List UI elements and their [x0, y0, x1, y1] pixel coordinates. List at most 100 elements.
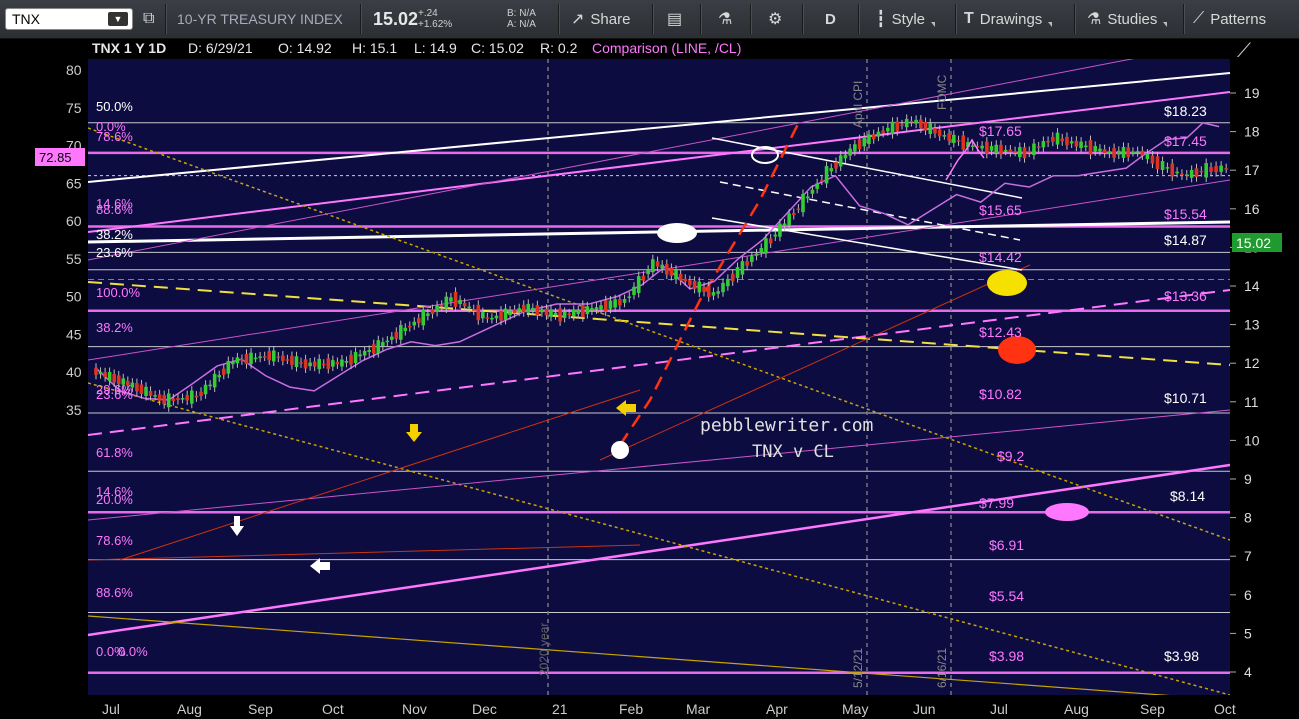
candle — [937, 129, 942, 137]
candle — [599, 305, 603, 310]
link-icon[interactable]: ⧉ — [143, 0, 160, 38]
info-open: O: 14.92 — [278, 40, 332, 56]
fib-label-left: 61.8% — [96, 445, 133, 460]
symbol-text: TNX — [12, 11, 40, 27]
toolbar: TNX ▼ ⧉ 10-YR TREASURY INDEX 15.02 +.24 +… — [0, 0, 1299, 39]
fib-label-right: $17.65 — [979, 123, 1022, 139]
left-axis-tick-label: 50 — [66, 289, 82, 305]
price-chart[interactable]: TNX 1 Y 1D D: 6/29/21 O: 14.92 H: 15.1 L… — [0, 39, 1299, 719]
right-axis-tick-label: 19 — [1244, 85, 1260, 101]
style-button[interactable]: ┇ Style — [876, 0, 935, 38]
x-axis-tick-label: Apr — [766, 701, 788, 717]
candle — [815, 183, 819, 189]
news-button[interactable]: ▤ — [667, 0, 688, 38]
left-price-badge: 72.85 — [35, 148, 85, 166]
candle — [711, 292, 716, 296]
patterns-button[interactable]: ⟋ Patterns — [1193, 0, 1266, 38]
left-axis-tick-label: 75 — [66, 100, 82, 116]
candle — [394, 331, 399, 339]
candle — [603, 300, 608, 312]
fib-label-right: $12.43 — [979, 324, 1022, 340]
candle — [499, 310, 503, 321]
candle — [664, 264, 669, 275]
candle — [1022, 147, 1027, 159]
candle — [494, 315, 499, 319]
studies-button[interactable]: ⚗ Studies — [1087, 0, 1168, 38]
candle — [735, 267, 740, 279]
fib-label-right: $10.71 — [1164, 390, 1207, 406]
candle — [820, 180, 824, 182]
fib-label-left: 23.6% — [96, 245, 133, 260]
candle — [890, 121, 895, 135]
candle — [321, 363, 326, 366]
highlight-ellipse — [611, 441, 629, 459]
symbol-input[interactable]: TNX ▼ — [5, 8, 133, 30]
candle — [590, 308, 594, 311]
settings-button[interactable]: ⚙ — [768, 0, 788, 38]
candle — [759, 247, 764, 253]
candle — [1003, 149, 1008, 152]
candle — [1204, 163, 1208, 178]
fib-label-right: $8.14 — [1170, 488, 1205, 504]
candle — [1013, 151, 1017, 153]
candle — [517, 308, 521, 312]
candle — [485, 317, 490, 319]
candle — [867, 134, 871, 144]
candle — [335, 362, 340, 365]
right-axis-tick-label: 10 — [1244, 432, 1260, 448]
candle — [1180, 173, 1184, 176]
candle — [904, 118, 909, 128]
change-abs: +.24 — [418, 8, 438, 19]
share-button[interactable]: ↗ Share — [571, 0, 630, 38]
candle — [660, 264, 664, 269]
candle — [805, 196, 810, 199]
candle — [1084, 145, 1088, 148]
drawings-button[interactable]: T Drawings — [964, 0, 1053, 38]
right-axis-tick-label: 12 — [1244, 355, 1260, 371]
comparison-label: Comparison (LINE, /CL) — [592, 40, 741, 56]
candle — [340, 359, 344, 367]
candle — [824, 166, 829, 184]
candle — [1209, 167, 1213, 172]
candle — [135, 383, 139, 392]
candle — [829, 168, 834, 172]
fib-label-left: 88.6% — [96, 202, 133, 217]
change-block: +.24 +1.62% — [418, 0, 452, 38]
chevron-down-icon[interactable]: ▼ — [108, 12, 128, 26]
candle — [94, 367, 98, 375]
candle — [697, 281, 702, 293]
candle — [453, 291, 458, 307]
candle — [290, 356, 294, 365]
candle — [235, 357, 240, 364]
candle — [1069, 141, 1074, 144]
marker-year: 2020 year — [537, 623, 551, 676]
candle — [412, 321, 417, 326]
candle — [471, 309, 476, 311]
ask-value: A: N/A — [507, 19, 536, 30]
candle — [641, 275, 646, 281]
candle — [166, 393, 171, 408]
left-axis-tick-label: 40 — [66, 364, 82, 380]
flask-button[interactable]: ⚗ — [718, 0, 738, 38]
patterns-icon: ⟋ — [1193, 10, 1205, 27]
candle — [294, 356, 299, 367]
chart-tools-icon[interactable]: ⟋ — [1237, 40, 1251, 62]
candle — [1046, 140, 1050, 143]
index-name: 10-YR TREASURY INDEX — [177, 11, 343, 27]
x-axis-tick-label: Oct — [1214, 701, 1236, 717]
candle — [914, 119, 918, 124]
candle — [994, 144, 999, 154]
period-button[interactable]: D — [825, 0, 836, 38]
left-axis-tick-label: 55 — [66, 251, 82, 267]
candle — [726, 278, 730, 287]
candle — [1074, 140, 1079, 147]
candle — [371, 344, 376, 354]
candle — [349, 354, 353, 365]
left-axis-tick-label: 45 — [66, 326, 82, 342]
x-axis-tick-label: Mar — [686, 701, 710, 717]
candle — [190, 390, 194, 404]
candle — [1170, 163, 1175, 177]
candle — [1150, 155, 1155, 164]
candle — [1098, 148, 1102, 152]
candle — [655, 261, 660, 267]
